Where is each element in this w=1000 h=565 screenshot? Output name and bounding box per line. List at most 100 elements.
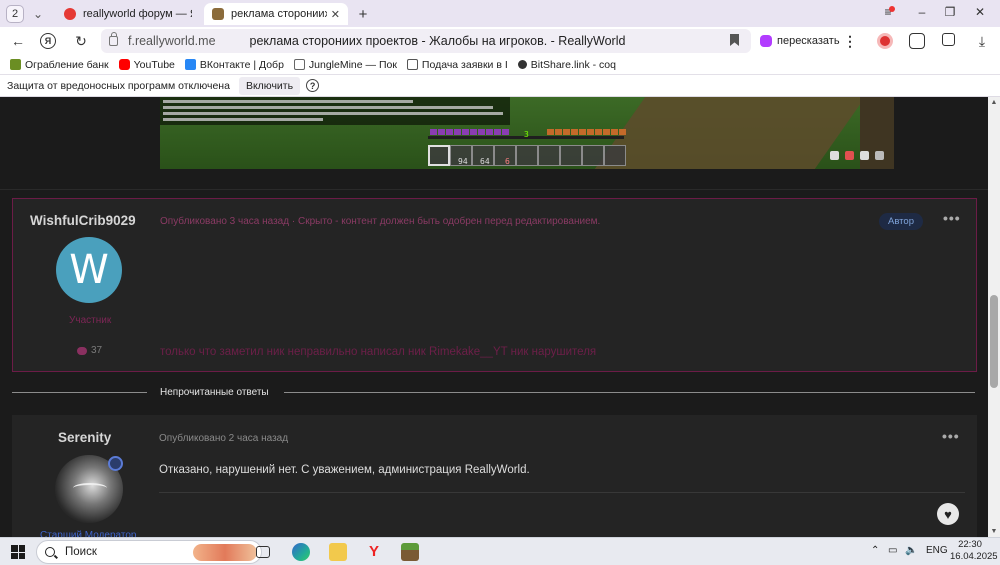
bookmark-item[interactable]: Ограбление банк: [10, 59, 109, 71]
post-rule: [159, 492, 965, 493]
retell-label: пересказать: [777, 35, 840, 47]
divider: [0, 189, 988, 190]
close-icon[interactable]: ✕: [331, 8, 340, 21]
bookmark-item[interactable]: YouTube: [118, 58, 175, 71]
edge-browser-icon[interactable]: [292, 543, 310, 561]
forum-post-hidden: WishfulCrib9029 Опубликовано 3 часа наза…: [12, 198, 977, 372]
enable-protection-button[interactable]: Включить: [238, 76, 301, 95]
shield-check-icon[interactable]: [909, 33, 925, 49]
extensions-icon[interactable]: [942, 33, 955, 46]
minimize-icon[interactable]: –: [913, 5, 931, 19]
scroll-thumb[interactable]: [990, 295, 998, 388]
yandex-browser-icon[interactable]: Y: [365, 543, 383, 561]
bookmark-label: JungleMine — Пок: [308, 58, 397, 71]
mc-chat-line: [163, 118, 323, 121]
bookmark-item[interactable]: JungleMine — Пок: [293, 58, 397, 71]
mc-slot-count: 64: [480, 157, 490, 166]
yandex-favicon-icon: [64, 8, 76, 20]
tab-count-button[interactable]: 2: [6, 4, 24, 23]
tab-active[interactable]: реклама сторониих прое ✕: [204, 3, 348, 25]
clock-date: 16.04.2025: [950, 551, 998, 562]
search-placeholder: Поиск: [65, 546, 97, 558]
user-role: Старший Модератор: [40, 530, 137, 537]
heart-icon[interactable]: ♥: [937, 503, 959, 525]
file-explorer-icon[interactable]: [329, 543, 347, 561]
separator-line: [12, 392, 147, 393]
new-tab-button[interactable]: +: [354, 5, 372, 23]
notification-dot: [889, 6, 895, 12]
clock-time: 22:30: [958, 539, 982, 550]
bookmark-label: Ограбление банк: [25, 58, 109, 71]
restore-icon[interactable]: ❐: [941, 5, 959, 19]
bookmark-item[interactable]: Подача заявки в I: [406, 58, 508, 71]
task-view-icon[interactable]: [256, 546, 270, 558]
more-vertical-icon[interactable]: ⋮: [841, 32, 859, 50]
close-window-icon[interactable]: ✕: [971, 5, 989, 19]
bookmark-item[interactable]: BitShare.link - coq: [517, 58, 616, 71]
mc-chat-line: [163, 100, 413, 103]
taskbar-search[interactable]: Поиск: [36, 540, 262, 564]
chevron-down-icon[interactable]: ⌄: [30, 7, 46, 21]
address-bar[interactable]: f.reallyworld.me реклама сторониих проек…: [101, 29, 751, 53]
tab-yandex-search[interactable]: reallyworld форум — Янде: [56, 3, 200, 25]
help-icon[interactable]: ?: [306, 79, 320, 92]
extension-adblock-icon[interactable]: [877, 33, 893, 49]
forum-post: Serenity Опубликовано 2 часа назад ••• О…: [12, 415, 977, 537]
scroll-down-icon[interactable]: ▼: [988, 528, 1000, 535]
windows-taskbar: Поиск Y ⌃ ▭ 🔈 ENG 22:30 16.04.2025: [0, 537, 1000, 565]
mc-health-bar: [430, 129, 509, 135]
yandex-logo-icon[interactable]: Я: [40, 33, 56, 49]
search-icon: [45, 547, 55, 557]
protection-warning-bar: Защита от вредоносных программ отключена…: [0, 75, 1000, 97]
mc-hunger-bar: [547, 129, 626, 135]
retell-button[interactable]: пересказать: [756, 31, 848, 51]
mc-chat-line: [163, 112, 503, 115]
address-page-title: реклама сторониих проектов - Жалобы на и…: [249, 34, 626, 48]
bookmark-label: YouTube: [133, 58, 175, 71]
bookmark-label: ВКонтакте | Добр: [199, 58, 284, 71]
bookmark-icon[interactable]: [730, 34, 739, 46]
forum-content: 3 94 64 6 WishfulCrib9029 Опубликовано 3…: [0, 97, 988, 537]
speaker-icon[interactable]: 🔈: [905, 545, 917, 556]
retell-icon: [760, 35, 772, 47]
windows-start-icon[interactable]: [11, 545, 25, 559]
bookmark-favicon-icon: [10, 59, 21, 70]
minecraft-screenshot-image: 3 94 64 6: [160, 97, 894, 169]
scroll-up-icon[interactable]: ▲: [988, 99, 1000, 106]
link-icon: [517, 60, 527, 69]
post-username[interactable]: WishfulCrib9029: [30, 213, 136, 228]
post-body: только что заметил ник неправильно напис…: [160, 346, 597, 358]
chevron-up-icon[interactable]: ⌃: [871, 545, 879, 556]
post-options-icon[interactable]: •••: [942, 428, 960, 444]
language-indicator[interactable]: ENG: [926, 545, 948, 556]
post-username[interactable]: Serenity: [58, 430, 111, 445]
download-icon[interactable]: ⤓: [973, 32, 991, 50]
bookmark-label: BitShare.link - coq: [530, 58, 616, 71]
document-icon: [293, 59, 305, 70]
lock-icon[interactable]: [109, 32, 118, 46]
post-options-icon[interactable]: •••: [943, 210, 961, 226]
form-icon: [406, 59, 418, 70]
protection-warning-text: Защита от вредоносных программ отключена: [7, 79, 230, 92]
back-arrow-icon[interactable]: ←: [9, 32, 27, 50]
mc-slot-count: 6: [505, 157, 510, 166]
page-scrollbar[interactable]: ▲ ▼: [988, 97, 1000, 537]
avatar[interactable]: W: [56, 237, 122, 303]
tab-title: reallyworld форум — Янде: [83, 8, 192, 20]
reload-icon[interactable]: ↻: [72, 32, 90, 50]
post-meta: Опубликовано 2 часа назад: [159, 433, 289, 444]
mc-slot-count: 94: [458, 157, 468, 166]
minecraft-icon[interactable]: [401, 543, 419, 561]
user-role: Участник: [69, 315, 112, 326]
mc-xp-level: 3: [524, 130, 529, 139]
mc-chat-box: [160, 97, 510, 125]
mc-effects: [830, 151, 884, 160]
system-clock[interactable]: 22:30 16.04.2025: [950, 539, 998, 563]
network-icon[interactable]: ▭: [888, 545, 897, 556]
unread-replies-label: Непрочитанные ответы: [160, 387, 269, 398]
bookmarks-bar: Ограбление банк YouTube ВКонтакте | Добр…: [0, 55, 1000, 75]
post-count-value: 37: [91, 345, 103, 356]
bookmark-label: Подача заявки в I: [421, 58, 508, 71]
avatar-eye: [73, 483, 107, 493]
bookmark-item[interactable]: ВКонтакте | Добр: [184, 58, 284, 71]
